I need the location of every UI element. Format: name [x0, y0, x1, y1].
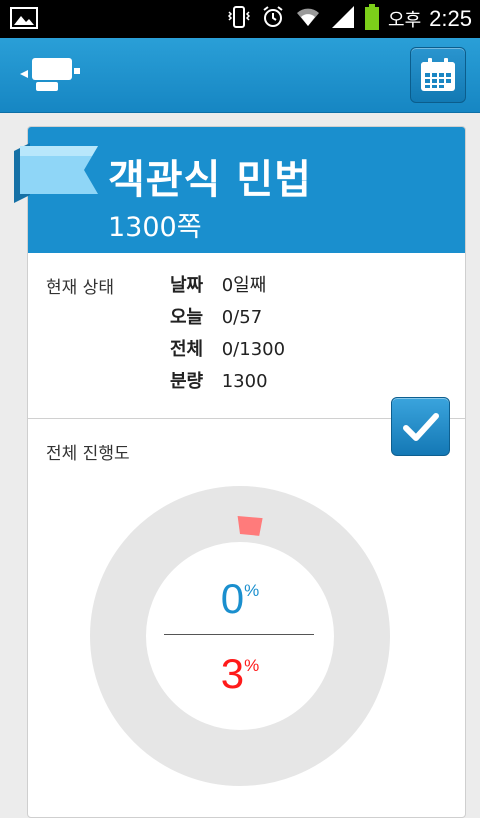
gallery-notification-icon	[10, 7, 38, 33]
status-bar: 오후 2:25	[0, 0, 480, 38]
app-bar	[0, 38, 480, 113]
user-percent: 0%	[0, 575, 480, 623]
target-percent: 3%	[0, 650, 480, 698]
status-key: 분량	[170, 371, 204, 392]
status-value: 0/57	[221, 307, 263, 328]
progress-label: 전체 진행도	[46, 444, 130, 464]
book-title: 객관식 민법	[108, 157, 312, 203]
battery-icon	[364, 3, 380, 35]
clock-time: 2:25	[429, 6, 472, 31]
calendar-button[interactable]	[410, 47, 466, 103]
status-row-amount: 분량 1300	[170, 367, 268, 398]
status-value: 0/1300	[221, 339, 286, 360]
target-percent-value: 3	[220, 650, 245, 697]
status-value: 1300	[221, 371, 268, 392]
book-pages: 1300쪽	[108, 212, 202, 243]
status-label: 현재 상태	[46, 278, 114, 298]
status-section: 현재 상태 날짜 0일째 오늘 0/57 전체 0/1300 분량 1300	[28, 253, 465, 456]
vibrate-icon	[226, 4, 252, 34]
status-key: 오늘	[170, 307, 204, 328]
status-row-total: 전체 0/1300	[170, 335, 285, 366]
status-key: 전체	[170, 339, 204, 360]
projector-icon[interactable]	[18, 54, 84, 98]
progress-donut	[90, 486, 390, 786]
status-key: 날짜	[170, 275, 204, 296]
target-marker	[237, 516, 263, 536]
target-percent-sign: %	[244, 656, 260, 675]
check-icon	[402, 412, 439, 441]
user-percent-sign: %	[244, 581, 260, 600]
status-row-date: 날짜 0일째	[170, 271, 266, 302]
alarm-icon	[260, 4, 286, 34]
wifi-icon	[294, 4, 322, 34]
check-button[interactable]	[391, 397, 450, 456]
signal-icon	[330, 4, 356, 34]
calendar-icon	[421, 58, 455, 91]
percent-divider	[164, 634, 314, 635]
status-row-today: 오늘 0/57	[170, 303, 262, 334]
book-header[interactable]: 객관식 민법 1300쪽	[14, 127, 465, 253]
clock-ampm: 오후	[388, 10, 422, 31]
user-percent-value: 0	[220, 575, 245, 622]
status-value: 0일째	[221, 275, 267, 296]
ribbon-icon	[14, 143, 104, 207]
